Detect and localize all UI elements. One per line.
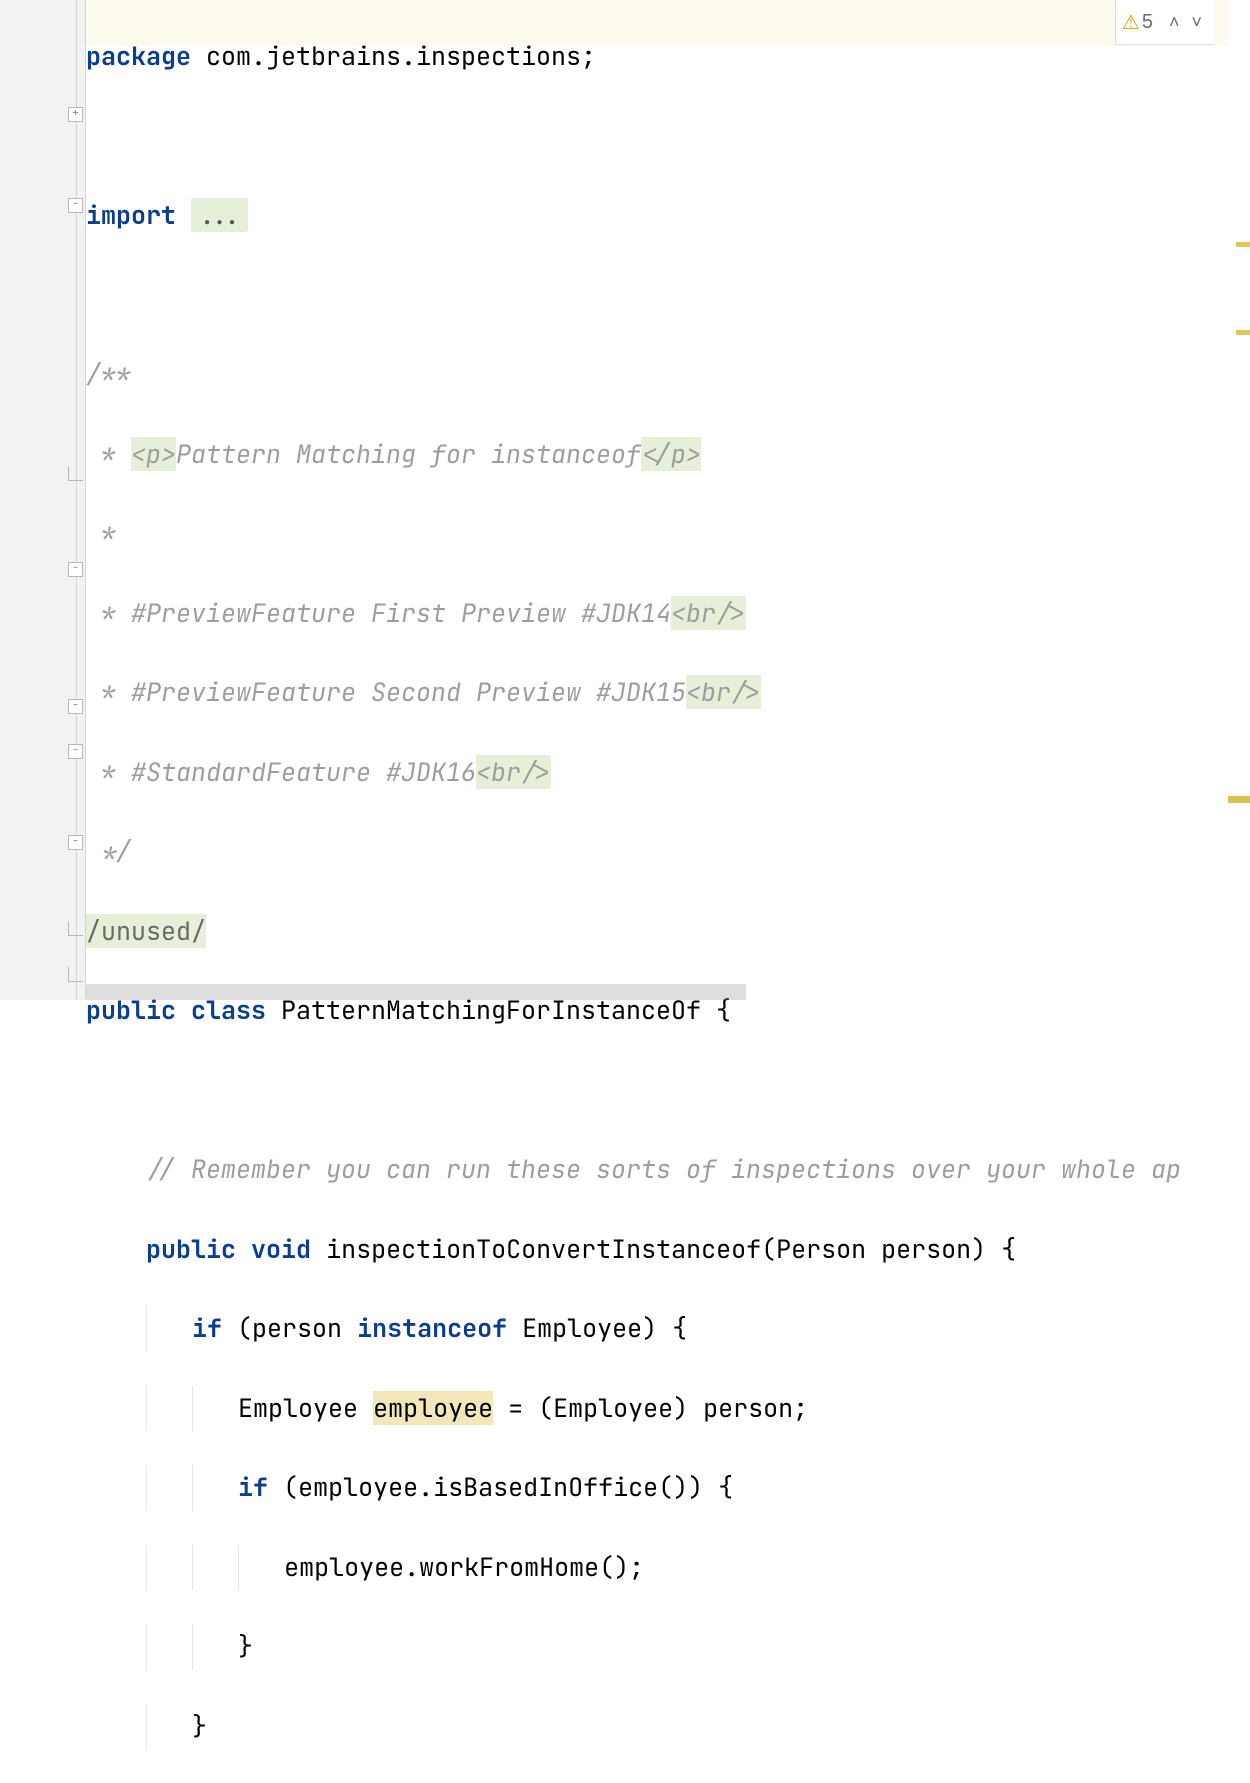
code-editor[interactable]: package com.jetbrains.inspections; impor… xyxy=(86,0,1250,1000)
keyword-instanceof: instanceof xyxy=(357,1311,507,1345)
fold-end-javadoc xyxy=(68,466,83,481)
editor-gutter xyxy=(0,0,86,1000)
close-brace: } xyxy=(192,1709,207,1743)
if-condition-inner: (employee.isBasedInOffice()) { xyxy=(268,1470,733,1504)
fold-end-if-inner xyxy=(68,921,83,936)
fold-toggle-import[interactable] xyxy=(68,107,83,122)
javadoc-line: * #PreviewFeature First Preview #JDK14 xyxy=(86,596,671,630)
warning-marker[interactable] xyxy=(1236,242,1250,247)
inspections-widget[interactable]: ⚠ 5 ˄ ˅ xyxy=(1115,0,1214,45)
keyword-void: void xyxy=(251,1232,311,1266)
keyword-import: import xyxy=(86,198,176,232)
javadoc-tag-br: <br/> xyxy=(686,675,761,709)
var-type: Employee xyxy=(238,1391,373,1425)
javadoc-text: Pattern Matching for instanceof xyxy=(176,437,641,471)
keyword-if: if xyxy=(192,1311,222,1345)
unused-annotation: /unused/ xyxy=(86,914,206,948)
javadoc-tag-br: <br/> xyxy=(476,755,551,789)
close-brace: } xyxy=(238,1629,253,1663)
fold-toggle-class[interactable] xyxy=(68,562,83,577)
javadoc-open: /** xyxy=(86,357,131,391)
warning-count: 5 xyxy=(1142,11,1153,34)
horizontal-scrollbar[interactable] xyxy=(86,984,746,1000)
javadoc-close: */ xyxy=(86,834,131,868)
warning-icon: ⚠ xyxy=(1122,10,1140,35)
package-name: com.jetbrains.inspections; xyxy=(191,39,596,73)
fold-toggle-method[interactable] xyxy=(68,699,83,714)
import-fold-chip[interactable]: ... xyxy=(191,198,248,232)
line-comment: // Remember you can run these sorts of i… xyxy=(146,1152,1181,1186)
warning-marker[interactable] xyxy=(1236,330,1250,335)
error-stripe[interactable] xyxy=(1228,0,1250,1000)
fold-toggle-if-inner[interactable] xyxy=(68,835,83,850)
if-tail: Employee) { xyxy=(507,1311,687,1345)
var-assign: = (Employee) person; xyxy=(493,1391,808,1425)
javadoc-line: * xyxy=(86,437,131,471)
keyword-package: package xyxy=(86,39,191,73)
javadoc-tag-p-close: </p> xyxy=(641,437,701,471)
method-signature: inspectionToConvertInstanceof(Person per… xyxy=(311,1232,1016,1266)
keyword-if: if xyxy=(238,1470,268,1504)
javadoc-line: * #StandardFeature #JDK16 xyxy=(86,755,476,789)
fold-end-if-outer xyxy=(68,967,83,982)
fold-toggle-javadoc[interactable] xyxy=(68,198,83,213)
javadoc-tag-p-open: <p> xyxy=(131,437,176,471)
fold-toggle-if-outer[interactable] xyxy=(68,744,83,759)
chevron-up-icon[interactable]: ˄ xyxy=(1163,12,1186,33)
javadoc-line: * xyxy=(86,516,116,550)
method-call: employee.workFromHome(); xyxy=(284,1550,644,1584)
if-condition: (person xyxy=(222,1311,357,1345)
fold-guide-line xyxy=(76,0,77,1000)
javadoc-line: * #PreviewFeature Second Preview #JDK15 xyxy=(86,675,686,709)
keyword-public: public xyxy=(146,1232,236,1266)
chevron-down-icon[interactable]: ˅ xyxy=(1185,12,1208,33)
javadoc-tag-br: <br/> xyxy=(671,596,746,630)
highlighted-variable: employee xyxy=(373,1391,493,1425)
weak-warning-marker[interactable] xyxy=(1228,796,1250,803)
